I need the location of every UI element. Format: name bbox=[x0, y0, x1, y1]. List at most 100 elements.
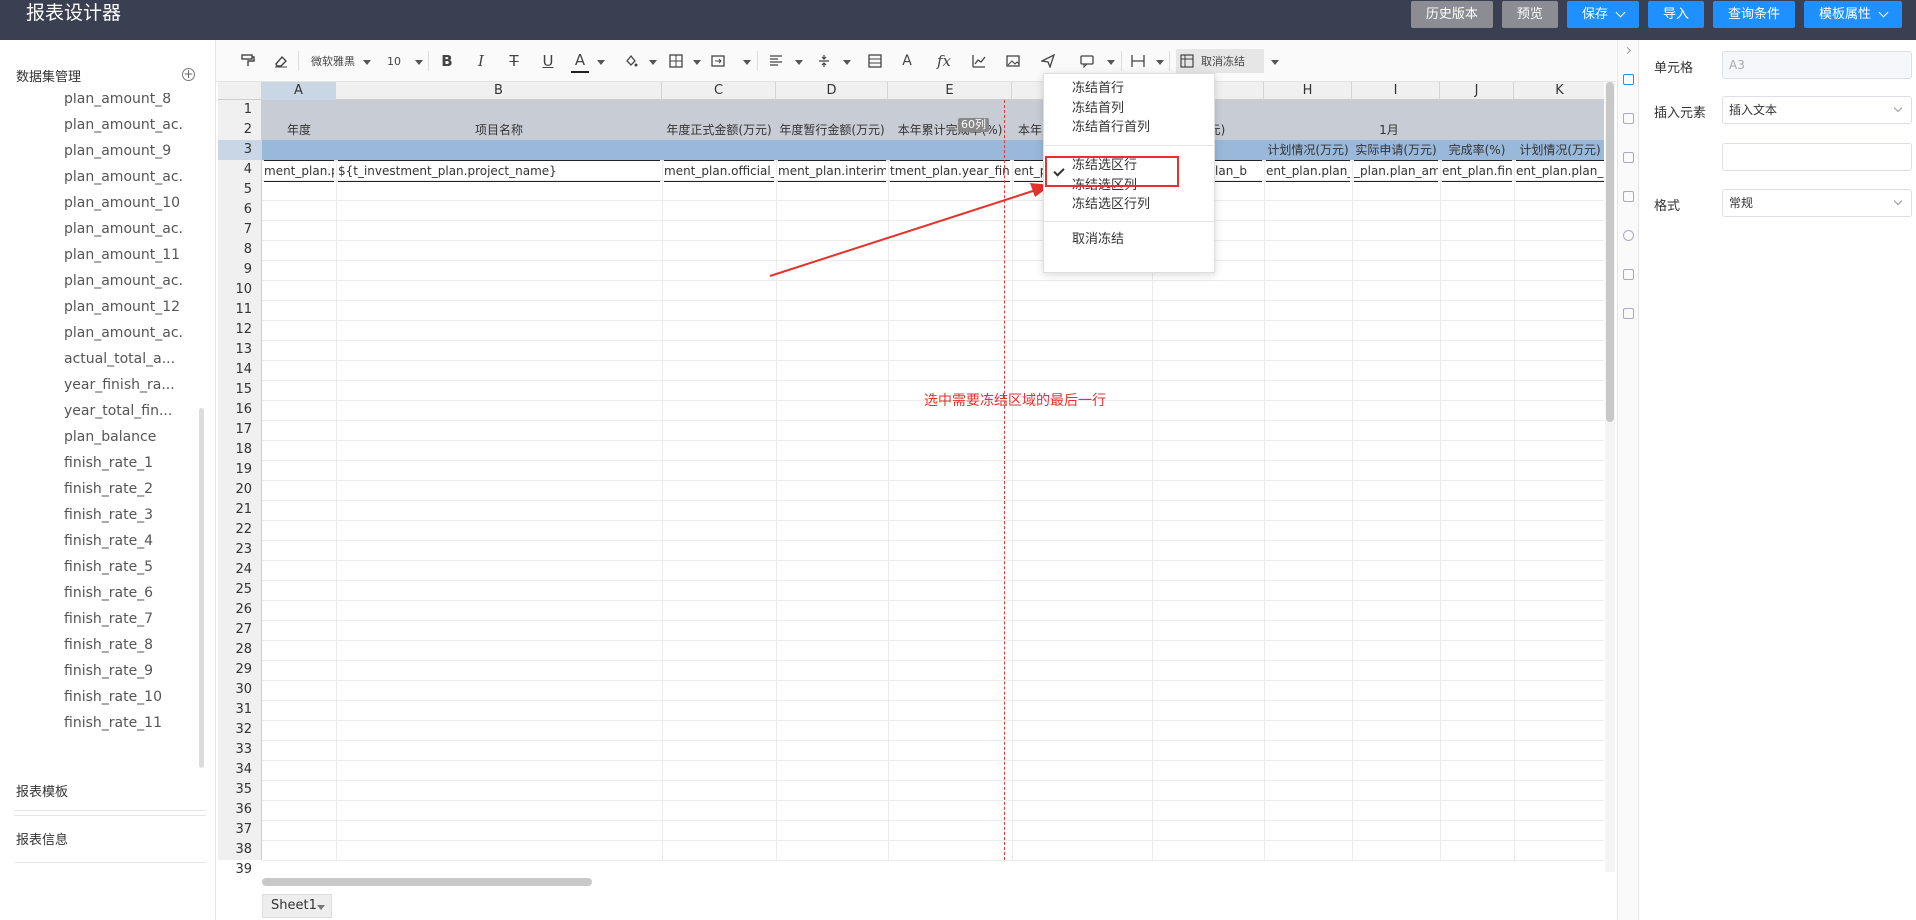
copy-icon[interactable] bbox=[1623, 308, 1634, 319]
chevron-down-icon[interactable] bbox=[843, 60, 851, 65]
column-header[interactable]: A bbox=[262, 82, 336, 100]
header-cell[interactable]: 年度正式金额(万元) bbox=[662, 120, 776, 140]
row-header[interactable]: 30 bbox=[218, 680, 262, 700]
header-cell[interactable]: 项目名称 bbox=[336, 120, 662, 140]
dataset-field-item[interactable]: finish_rate_10 bbox=[64, 684, 194, 710]
header-cell[interactable]: 本年累计完成率(%) bbox=[888, 120, 1012, 140]
row-header[interactable]: 8 bbox=[218, 240, 262, 260]
vertical-align-icon[interactable] bbox=[815, 49, 833, 73]
column-header[interactable]: J bbox=[1440, 82, 1514, 100]
row-header[interactable]: 37 bbox=[218, 820, 262, 840]
header-button[interactable]: 导入 bbox=[1647, 1, 1704, 28]
insert-text-input[interactable] bbox=[1722, 143, 1912, 171]
left-scrollbar[interactable] bbox=[199, 408, 204, 768]
row-header[interactable]: 16 bbox=[218, 400, 262, 420]
data-cell[interactable]: ent_plan.plan_ bbox=[1516, 160, 1604, 182]
freeze-menu-item[interactable]: 冻结首行 bbox=[1072, 80, 1124, 98]
cell-props-icon[interactable] bbox=[1623, 74, 1634, 85]
row-header[interactable]: 3 bbox=[218, 140, 262, 160]
row-header[interactable]: 25 bbox=[218, 580, 262, 600]
bold-icon[interactable]: B bbox=[438, 49, 456, 73]
image-icon[interactable] bbox=[1004, 49, 1022, 73]
font-size-select[interactable]: 10 bbox=[384, 49, 404, 73]
row-header[interactable]: 2 bbox=[218, 120, 262, 140]
row-header[interactable]: 6 bbox=[218, 200, 262, 220]
dataset-field-item[interactable]: plan_amount_ac. bbox=[64, 164, 194, 190]
dataset-field-item[interactable]: plan_amount_ac. bbox=[64, 112, 194, 138]
row-header[interactable]: 15 bbox=[218, 380, 262, 400]
data-cell[interactable]: tment_plan.year_fini bbox=[890, 160, 1010, 182]
subheader-cell[interactable]: 计划情况(万元) bbox=[1264, 140, 1352, 160]
dataset-field-item[interactable]: plan_amount_ac. bbox=[64, 320, 194, 346]
row-header[interactable]: 13 bbox=[218, 340, 262, 360]
send-icon[interactable] bbox=[1039, 49, 1057, 73]
font-color-icon[interactable]: A bbox=[571, 49, 589, 73]
vertical-scrollbar[interactable] bbox=[1606, 82, 1614, 422]
export-icon[interactable] bbox=[1623, 191, 1634, 202]
chevron-down-icon[interactable] bbox=[1107, 60, 1115, 65]
header-button[interactable]: 历史版本 bbox=[1410, 1, 1493, 28]
text-format-icon[interactable]: A bbox=[898, 49, 916, 73]
report-info-section[interactable]: 报表信息 bbox=[16, 829, 68, 848]
dataset-field-item[interactable]: finish_rate_7 bbox=[64, 606, 194, 632]
dataset-field-item[interactable]: plan_balance bbox=[64, 424, 194, 450]
dataset-field-item[interactable]: finish_rate_8 bbox=[64, 632, 194, 658]
freeze-menu-item[interactable]: 冻结首行首列 bbox=[1072, 119, 1150, 137]
spreadsheet-grid[interactable]: ABCDEHIJK 1 2 3 4 5 6 7 8 9 10 11 12 13 14 15 16 17 18 19 2… bbox=[218, 82, 1604, 878]
row-header[interactable]: 5 bbox=[218, 180, 262, 200]
dataset-field-item[interactable]: finish_rate_5 bbox=[64, 554, 194, 580]
header-cell[interactable]: 1月 bbox=[1264, 120, 1514, 140]
row-header[interactable]: 34 bbox=[218, 760, 262, 780]
merge-cells-icon[interactable] bbox=[709, 49, 727, 73]
header-button[interactable]: 模板属性 bbox=[1803, 1, 1902, 28]
data-cell[interactable]: ent_plan.plan_ bbox=[1266, 160, 1350, 182]
chevron-down-icon[interactable] bbox=[795, 60, 803, 65]
collapse-icon[interactable] bbox=[1623, 46, 1632, 55]
font-family-select[interactable]: 微软雅黑 bbox=[307, 49, 359, 73]
row-header[interactable]: 1 bbox=[218, 100, 262, 120]
freeze-button[interactable]: 取消冻结 bbox=[1176, 49, 1264, 73]
dataset-field-item[interactable]: finish_rate_6 bbox=[64, 580, 194, 606]
dataset-field-item[interactable]: plan_amount_ac. bbox=[64, 268, 194, 294]
dataset-field-item[interactable]: finish_rate_2 bbox=[64, 476, 194, 502]
sheet-tab[interactable]: Sheet1 bbox=[262, 894, 332, 918]
data-cell[interactable]: ${t_investment_plan.project_name} bbox=[338, 160, 660, 182]
chevron-down-icon[interactable] bbox=[363, 60, 371, 65]
dataset-field-item[interactable]: plan_amount_11 bbox=[64, 242, 194, 268]
header-button[interactable]: 保存 bbox=[1566, 1, 1639, 28]
insert-element-select[interactable]: 插入文本 bbox=[1722, 96, 1912, 124]
row-header[interactable]: 39 bbox=[218, 860, 262, 878]
add-dataset-icon[interactable]: + bbox=[182, 68, 195, 81]
border-icon[interactable] bbox=[667, 49, 685, 73]
header-button[interactable]: 预览 bbox=[1501, 1, 1558, 28]
freeze-menu-item[interactable]: 取消冻结 bbox=[1072, 231, 1124, 249]
dataset-field-item[interactable]: plan_amount_ac. bbox=[64, 216, 194, 242]
comment-icon[interactable] bbox=[1078, 49, 1096, 73]
function-icon[interactable]: fx bbox=[935, 49, 953, 73]
data-cell[interactable]: ent_plan.fin bbox=[1442, 160, 1512, 182]
row-header[interactable]: 17 bbox=[218, 420, 262, 440]
subheader-cell[interactable]: 完成率(%) bbox=[1440, 140, 1514, 160]
dataset-field-item[interactable]: plan_amount_9 bbox=[64, 138, 194, 164]
row-header[interactable]: 7 bbox=[218, 220, 262, 240]
column-width-icon[interactable] bbox=[1129, 49, 1147, 73]
chevron-down-icon[interactable] bbox=[693, 60, 701, 65]
data-cell[interactable]: _plan.plan_am bbox=[1354, 160, 1438, 182]
row-header[interactable]: 21 bbox=[218, 500, 262, 520]
chevron-down-icon[interactable] bbox=[415, 60, 423, 65]
chart-icon[interactable] bbox=[970, 49, 988, 73]
cell-address-field[interactable]: A3 bbox=[1722, 51, 1912, 79]
data-cell[interactable]: ment_plan.official_p bbox=[664, 160, 774, 182]
row-header[interactable]: 23 bbox=[218, 540, 262, 560]
dataset-field-item[interactable]: finish_rate_3 bbox=[64, 502, 194, 528]
align-left-icon[interactable] bbox=[767, 49, 785, 73]
row-header[interactable]: 32 bbox=[218, 720, 262, 740]
format-painter-icon[interactable] bbox=[238, 49, 258, 73]
row-header[interactable]: 27 bbox=[218, 620, 262, 640]
chevron-down-icon[interactable] bbox=[597, 60, 605, 65]
column-header[interactable]: E bbox=[888, 82, 1012, 100]
row-header[interactable]: 14 bbox=[218, 360, 262, 380]
column-header[interactable]: D bbox=[776, 82, 888, 100]
format-select[interactable]: 常规 bbox=[1722, 189, 1912, 217]
fill-color-icon[interactable] bbox=[622, 49, 640, 73]
